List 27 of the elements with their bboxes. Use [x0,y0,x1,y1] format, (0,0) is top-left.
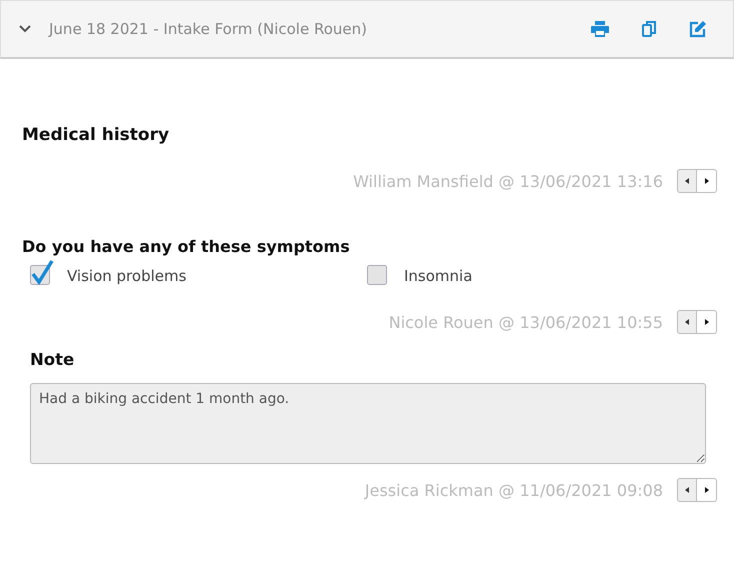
caret-left-icon [685,319,689,325]
checkbox-label: Vision problems [67,267,186,285]
print-icon[interactable] [591,21,609,37]
caret-right-icon [704,319,708,325]
caret-left-icon [685,178,689,184]
signature-text: Nicole Rouen @ 13/06/2021 10:55 [388,312,663,332]
next-button[interactable] [697,169,717,193]
caret-right-icon [704,178,708,184]
note-field[interactable]: Had a biking accident 1 month ago. [30,383,706,464]
next-button[interactable] [697,310,717,334]
next-button[interactable] [697,478,717,502]
signature-text: Jessica Rickman @ 11/06/2021 09:08 [364,480,663,500]
form-title: June 18 2021 - Intake Form (Nicole Rouen) [49,20,368,38]
signature-text: William Mansfield @ 13/06/2021 13:16 [353,172,663,190]
chevron-down-icon[interactable] [19,25,31,33]
checkbox-label: Insomnia [404,267,472,285]
section-title: Medical history [22,125,170,145]
copy-icon[interactable] [642,20,656,38]
edit-icon[interactable] [689,20,707,38]
caret-right-icon [704,487,708,493]
checkbox[interactable] [29,258,55,286]
previous-button[interactable] [677,310,697,334]
previous-button[interactable] [677,478,697,502]
caret-left-icon [685,487,689,493]
previous-button[interactable] [677,169,697,193]
question-label: Do you have any of these symptoms [22,237,351,256]
note-label: Note [30,350,76,369]
